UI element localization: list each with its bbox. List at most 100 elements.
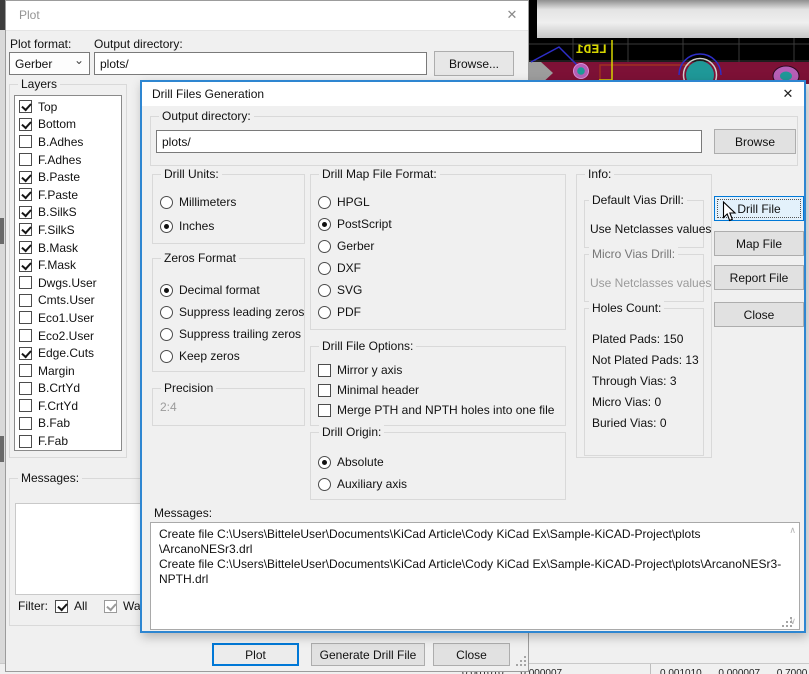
suppress-trailing-zeros-radio-row[interactable]: Suppress trailing zeros [160,326,301,342]
scroll-up-icon[interactable]: ∧ [789,526,796,535]
generate-drill-file-button[interactable]: Generate Drill File [311,643,425,666]
layer-row-bottom[interactable]: Bottom [15,116,121,134]
suppress-leading-zeros-radio[interactable] [160,306,173,319]
layer-row-cmts-user[interactable]: Cmts.User [15,292,121,310]
layer-row-b-fab[interactable]: B.Fab [15,415,121,433]
auxiliary-axis-radio-row[interactable]: Auxiliary axis [318,476,407,492]
auxiliary-axis-radio[interactable] [318,478,331,491]
merge-pth-npth-checkbox-row[interactable]: Merge PTH and NPTH holes into one file [318,402,554,418]
layer-checkbox[interactable] [19,241,32,254]
filter-all-checkbox[interactable] [55,600,68,613]
layer-row-b-crtyd[interactable]: B.CrtYd [15,380,121,398]
layer-checkbox[interactable] [19,171,32,184]
layer-checkbox[interactable] [19,118,32,131]
close-icon[interactable]: ✕ [502,6,522,24]
layer-checkbox[interactable] [19,153,32,166]
dxf-radio[interactable] [318,262,331,275]
layer-checkbox[interactable] [19,347,32,360]
report-file-button[interactable]: Report File [714,265,804,290]
layer-checkbox[interactable] [19,294,32,307]
layers-listbox[interactable]: Top Bottom B.Adhes F.Adhes B.Paste F.Pas… [14,95,122,451]
drill-messages-box[interactable]: Create file C:\Users\BitteleUser\Documen… [150,522,800,630]
minimal-header-checkbox-row[interactable]: Minimal header [318,382,419,398]
hpgl-radio-row[interactable]: HPGL [318,194,370,210]
layer-row-edge-cuts[interactable]: Edge.Cuts [15,344,121,362]
close-icon[interactable]: ✕ [778,85,798,103]
suppress-leading-zeros-radio-row[interactable]: Suppress leading zeros [160,304,304,320]
layer-row-eco1-user[interactable]: Eco1.User [15,309,121,327]
layer-checkbox[interactable] [19,311,32,324]
hpgl-radio[interactable] [318,196,331,209]
plot-format-select[interactable]: Gerber ⌄ [9,52,90,75]
millimeters-radio[interactable] [160,196,173,209]
layer-row-f-adhes[interactable]: F.Adhes [15,151,121,169]
map-file-button[interactable]: Map File [714,231,804,256]
layer-row-f-silks[interactable]: F.SilkS [15,221,121,239]
minimal-header-checkbox[interactable] [318,384,331,397]
layer-row-f-paste[interactable]: F.Paste [15,186,121,204]
dxf-radio-row[interactable]: DXF [318,260,361,276]
drill-dialog-titlebar[interactable]: Drill Files Generation ✕ [142,82,804,106]
layer-row-b-mask[interactable]: B.Mask [15,239,121,257]
layer-row-f-fab[interactable]: F.Fab [15,432,121,450]
layer-checkbox[interactable] [19,435,32,448]
merge-pth-npth-checkbox[interactable] [318,404,331,417]
plot-output-directory-input[interactable]: plots/ [94,52,427,75]
layer-checkbox[interactable] [19,206,32,219]
layer-row-margin[interactable]: Margin [15,362,121,380]
mirror-y-axis-checkbox[interactable] [318,364,331,377]
layer-checkbox[interactable] [19,382,32,395]
layer-checkbox[interactable] [19,259,32,272]
layer-row-f-crtyd[interactable]: F.CrtYd [15,397,121,415]
absolute-radio[interactable] [318,456,331,469]
drill-output-directory-input[interactable]: plots/ [156,130,702,153]
inches-radio-row[interactable]: Inches [160,218,214,234]
plot-dialog-titlebar[interactable]: Plot ✕ [6,1,528,31]
drill-close-button[interactable]: Close [714,302,804,327]
layer-checkbox[interactable] [19,417,32,430]
gerber-radio-row[interactable]: Gerber [318,238,374,254]
pcb-canvas[interactable]: LED1 [529,0,809,84]
layer-checkbox[interactable] [19,364,32,377]
pdf-radio[interactable] [318,306,331,319]
layer-row-top[interactable]: Top [15,98,121,116]
decimal-format-radio[interactable] [160,284,173,297]
layer-checkbox[interactable] [19,223,32,236]
layer-checkbox[interactable] [19,188,32,201]
layer-checkbox[interactable] [19,135,32,148]
keep-zeros-radio-row[interactable]: Keep zeros [160,348,240,364]
postscript-radio[interactable] [318,218,331,231]
pdf-radio-row[interactable]: PDF [318,304,361,320]
layer-checkbox[interactable] [19,276,32,289]
layer-row-eco2-user[interactable]: Eco2.User [15,327,121,345]
layer-row-b-adhes[interactable]: B.Adhes [15,133,121,151]
gerber-radio[interactable] [318,240,331,253]
resize-grip-icon[interactable] [782,625,784,627]
layer-checkbox[interactable] [19,399,32,412]
layer-checkbox[interactable] [19,100,32,113]
filter-all-checkbox-row[interactable]: All [55,598,87,614]
millimeters-radio-row[interactable]: Millimeters [160,194,236,210]
drill-browse-button[interactable]: Browse [714,129,796,154]
filter-warnings-checkbox[interactable] [104,600,117,613]
svg-radio-row[interactable]: SVG [318,282,362,298]
keep-zeros-radio[interactable] [160,350,173,363]
layer-row-b-paste[interactable]: B.Paste [15,168,121,186]
layer-row-f-mask[interactable]: F.Mask [15,256,121,274]
inches-radio[interactable] [160,220,173,233]
plot-close-button[interactable]: Close [433,643,510,666]
plot-browse-button[interactable]: Browse... [434,51,514,76]
mirror-y-axis-checkbox-row[interactable]: Mirror y axis [318,362,402,378]
absolute-radio-row[interactable]: Absolute [318,454,384,470]
resize-grip-icon[interactable] [516,664,518,666]
layer-row-b-silks[interactable]: B.SilkS [15,204,121,222]
scroll-down-icon[interactable]: ∨ [789,617,796,626]
postscript-radio-row[interactable]: PostScript [318,216,392,232]
svg-radio[interactable] [318,284,331,297]
layer-checkbox[interactable] [19,329,32,342]
plot-button[interactable]: Plot [212,643,299,666]
layer-row-dwgs-user[interactable]: Dwgs.User [15,274,121,292]
suppress-trailing-zeros-radio[interactable] [160,328,173,341]
decimal-format-radio-row[interactable]: Decimal format [160,282,260,298]
filter-warnings-checkbox-row[interactable]: War [104,598,145,614]
